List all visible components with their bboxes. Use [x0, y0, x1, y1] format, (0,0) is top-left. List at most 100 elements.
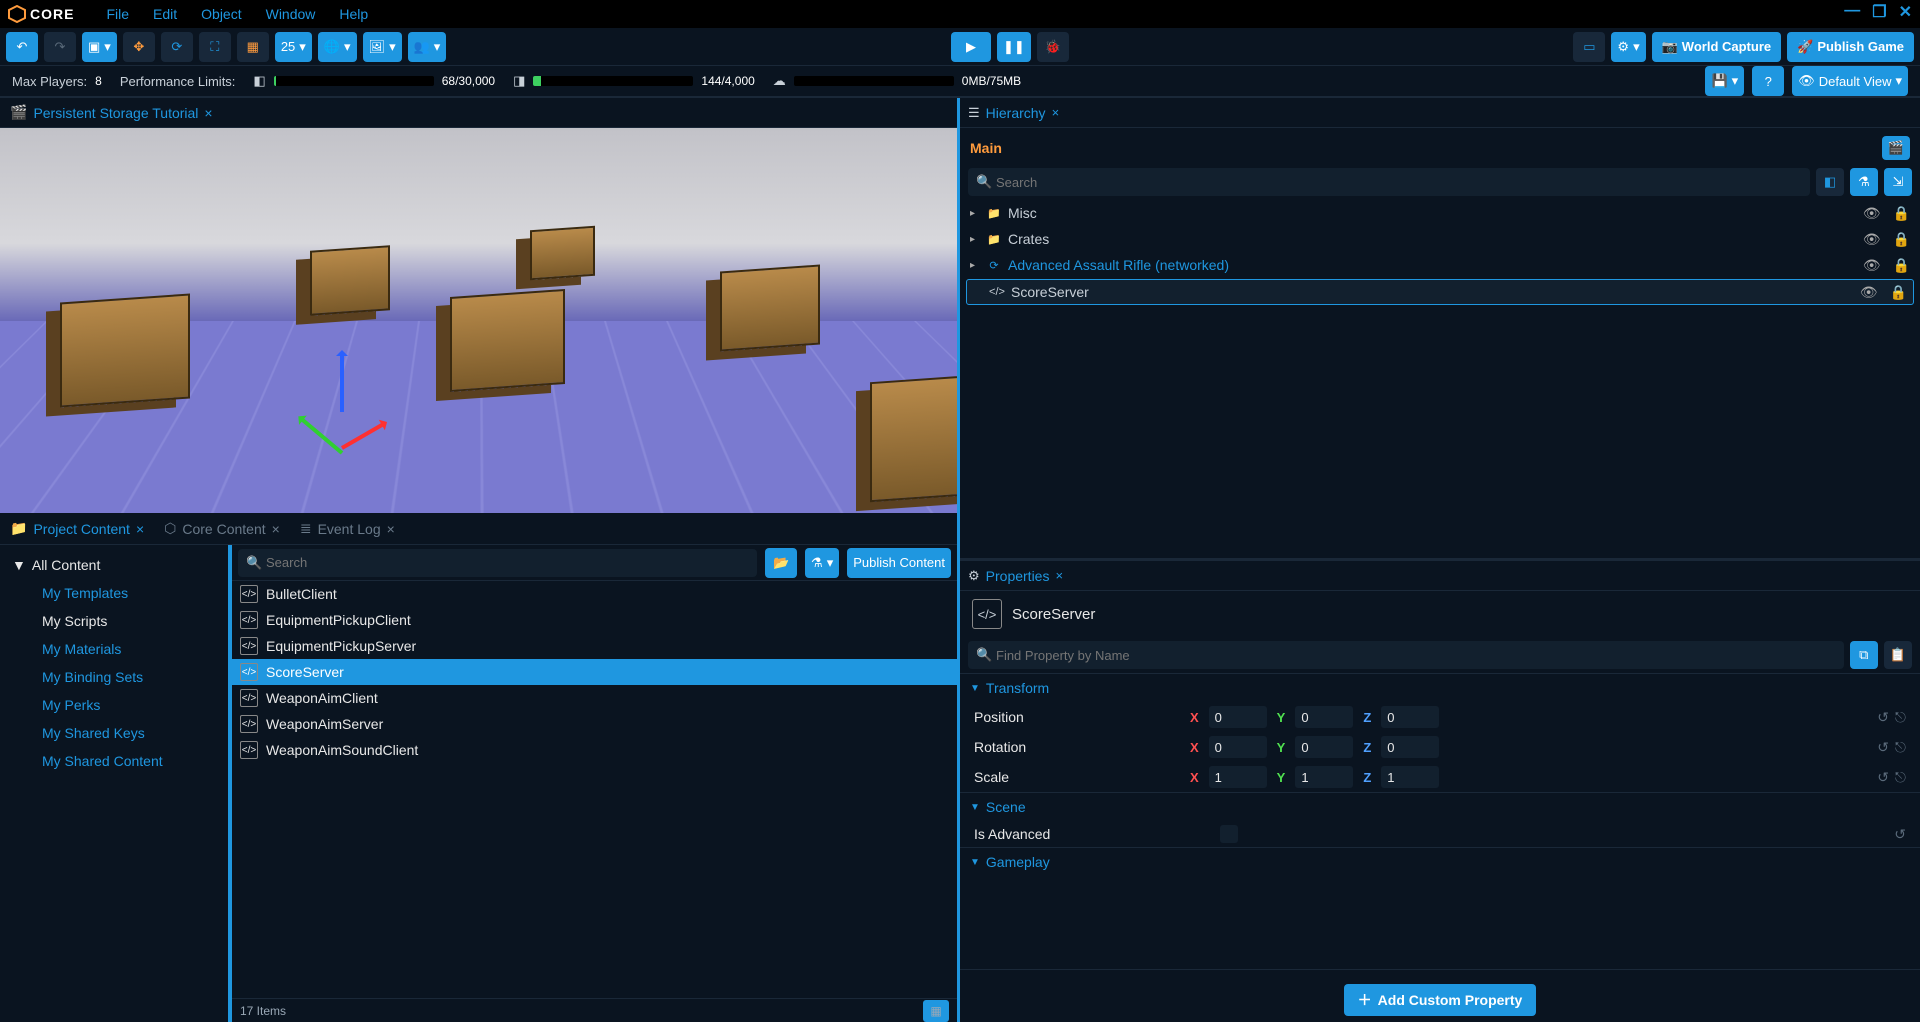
visibility-icon[interactable]: 👁	[1863, 257, 1881, 274]
scale-tool-button[interactable]: ⛶	[199, 32, 231, 62]
add-custom-property-button[interactable]: ＋Add Custom Property	[1344, 984, 1537, 1016]
content-tree-item[interactable]: My Binding Sets	[0, 663, 228, 691]
reset-icon[interactable]: ↺	[1877, 739, 1889, 756]
publish-content-button[interactable]: Publish Content	[847, 548, 951, 578]
position-x-input[interactable]	[1209, 706, 1267, 728]
content-tree-item[interactable]: My Materials	[0, 635, 228, 663]
hierarchy-main-label[interactable]: Main	[970, 140, 1002, 156]
content-search-input[interactable]	[238, 549, 757, 577]
undo-button[interactable]: ↶	[6, 32, 38, 62]
content-tree-item[interactable]: My Scripts	[0, 607, 228, 635]
scale-y-input[interactable]	[1295, 766, 1353, 788]
3d-viewport[interactable]	[0, 128, 957, 513]
all-content-root[interactable]: ▼ All Content	[0, 551, 228, 579]
minimize-icon[interactable]: —	[1840, 2, 1864, 22]
lock-icon[interactable]: 🔒	[1893, 231, 1910, 248]
visibility-icon[interactable]: 👁	[1863, 205, 1881, 222]
visibility-icon[interactable]: 👁	[1863, 231, 1881, 248]
disclosure-icon[interactable]: ▸	[970, 234, 980, 245]
content-item[interactable]: </>WeaponAimClient	[232, 685, 957, 711]
lock-icon[interactable]: 🔒	[1893, 205, 1910, 222]
hierarchy-item[interactable]: ▸📁Crates👁🔒	[960, 226, 1920, 252]
world-space-button[interactable]: 🌐▾	[318, 32, 357, 62]
maximize-icon[interactable]: ❐	[1868, 2, 1890, 22]
position-y-input[interactable]	[1295, 706, 1353, 728]
content-item[interactable]: </>WeaponAimServer	[232, 711, 957, 737]
tab-core-content[interactable]: ⬡ Core Content ×	[154, 513, 290, 544]
settings-dropdown-button[interactable]: ⚙▾	[1611, 32, 1645, 62]
debug-button[interactable]: 🐞	[1037, 32, 1069, 62]
reset-icon[interactable]: ↺	[1894, 826, 1906, 843]
viewport-tab[interactable]: 🎬 Persistent Storage Tutorial ×	[0, 98, 223, 127]
world-capture-button[interactable]: 📷World Capture	[1652, 32, 1782, 62]
lock-icon[interactable]: 🔒	[1893, 257, 1910, 274]
is-advanced-checkbox[interactable]	[1220, 825, 1238, 843]
hierarchy-collapse-button[interactable]: ⇲	[1884, 168, 1912, 196]
content-tree-item[interactable]: My Shared Content	[0, 747, 228, 775]
menu-window[interactable]: Window	[254, 2, 328, 26]
paste-button[interactable]: 📋	[1884, 641, 1912, 669]
content-item[interactable]: </>EquipmentPickupServer	[232, 633, 957, 659]
scale-z-input[interactable]	[1381, 766, 1439, 788]
content-tree-item[interactable]: My Templates	[0, 579, 228, 607]
grid-view-toggle[interactable]: ▦	[923, 1000, 949, 1022]
hierarchy-item[interactable]: ▸📁Misc👁🔒	[960, 200, 1920, 226]
link-icon[interactable]: ⎋	[1895, 709, 1906, 726]
content-tree-item[interactable]: My Shared Keys	[0, 719, 228, 747]
hierarchy-item[interactable]: ▸⟳Advanced Assault Rifle (networked)👁🔒	[960, 252, 1920, 278]
save-dropdown-button[interactable]: 💾▾	[1705, 66, 1744, 96]
tab-project-content[interactable]: 📁 Project Content ×	[0, 513, 154, 544]
section-gameplay[interactable]: ▼Gameplay	[960, 847, 1920, 876]
link-icon[interactable]: ⎋	[1895, 739, 1906, 756]
pause-button[interactable]: ❚❚	[997, 32, 1031, 62]
position-z-input[interactable]	[1381, 706, 1439, 728]
hierarchy-filter-button[interactable]: ⚗	[1850, 168, 1878, 196]
publish-game-button[interactable]: 🚀Publish Game	[1787, 32, 1914, 62]
close-tab-icon[interactable]: ×	[204, 105, 212, 121]
snap-value-button[interactable]: 25▾	[275, 32, 312, 62]
disclosure-icon[interactable]: ▸	[970, 208, 980, 219]
menu-object[interactable]: Object	[189, 2, 253, 26]
copy-button[interactable]: ⧉	[1850, 641, 1878, 669]
cast-button[interactable]: ▭	[1573, 32, 1605, 62]
hierarchy-search-input[interactable]	[968, 168, 1810, 196]
hierarchy-cube-button[interactable]: ◧	[1816, 168, 1844, 196]
reset-icon[interactable]: ↺	[1877, 769, 1889, 786]
hierarchy-item[interactable]: </>ScoreServer👁🔒	[966, 279, 1914, 305]
default-view-button[interactable]: 👁Default View▾	[1792, 66, 1908, 96]
rotation-y-input[interactable]	[1295, 736, 1353, 758]
multiplayer-button[interactable]: 👥▾	[408, 32, 447, 62]
content-item[interactable]: </>BulletClient	[232, 581, 957, 607]
content-item[interactable]: </>WeaponAimSoundClient	[232, 737, 957, 763]
rotation-x-input[interactable]	[1209, 736, 1267, 758]
link-icon[interactable]: ⎋	[1895, 769, 1906, 786]
view-mode-button[interactable]: 🖼▾	[363, 32, 402, 62]
rotate-tool-button[interactable]: ⟳	[161, 32, 193, 62]
hierarchy-scene-button[interactable]: 🎬	[1882, 136, 1910, 160]
visibility-icon[interactable]: 👁	[1860, 284, 1878, 301]
redo-button[interactable]: ↷	[44, 32, 76, 62]
scale-x-input[interactable]	[1209, 766, 1267, 788]
content-tree-item[interactable]: My Perks	[0, 691, 228, 719]
property-search-input[interactable]	[968, 641, 1844, 669]
reset-icon[interactable]: ↺	[1877, 709, 1889, 726]
disclosure-icon[interactable]: ▸	[970, 260, 980, 271]
close-tab-icon[interactable]: ×	[136, 521, 144, 537]
open-folder-button[interactable]: 📂	[765, 548, 797, 578]
menu-help[interactable]: Help	[327, 2, 380, 26]
move-tool-button[interactable]: ✥	[123, 32, 155, 62]
play-button[interactable]: ▶	[951, 32, 991, 62]
menu-edit[interactable]: Edit	[141, 2, 189, 26]
help-button[interactable]: ?	[1752, 66, 1784, 96]
snap-grid-button[interactable]: ▦	[237, 32, 269, 62]
close-panel-icon[interactable]: ×	[1052, 105, 1060, 120]
section-transform[interactable]: ▼Transform	[960, 673, 1920, 702]
content-item[interactable]: </>EquipmentPickupClient	[232, 607, 957, 633]
content-item[interactable]: </>ScoreServer	[232, 659, 957, 685]
filter-button[interactable]: ⚗▾	[805, 548, 839, 578]
close-icon[interactable]: ✕	[1895, 2, 1916, 22]
selection-mode-button[interactable]: ▣▾	[82, 32, 117, 62]
lock-icon[interactable]: 🔒	[1890, 284, 1907, 301]
section-scene[interactable]: ▼Scene	[960, 792, 1920, 821]
close-tab-icon[interactable]: ×	[272, 521, 280, 537]
